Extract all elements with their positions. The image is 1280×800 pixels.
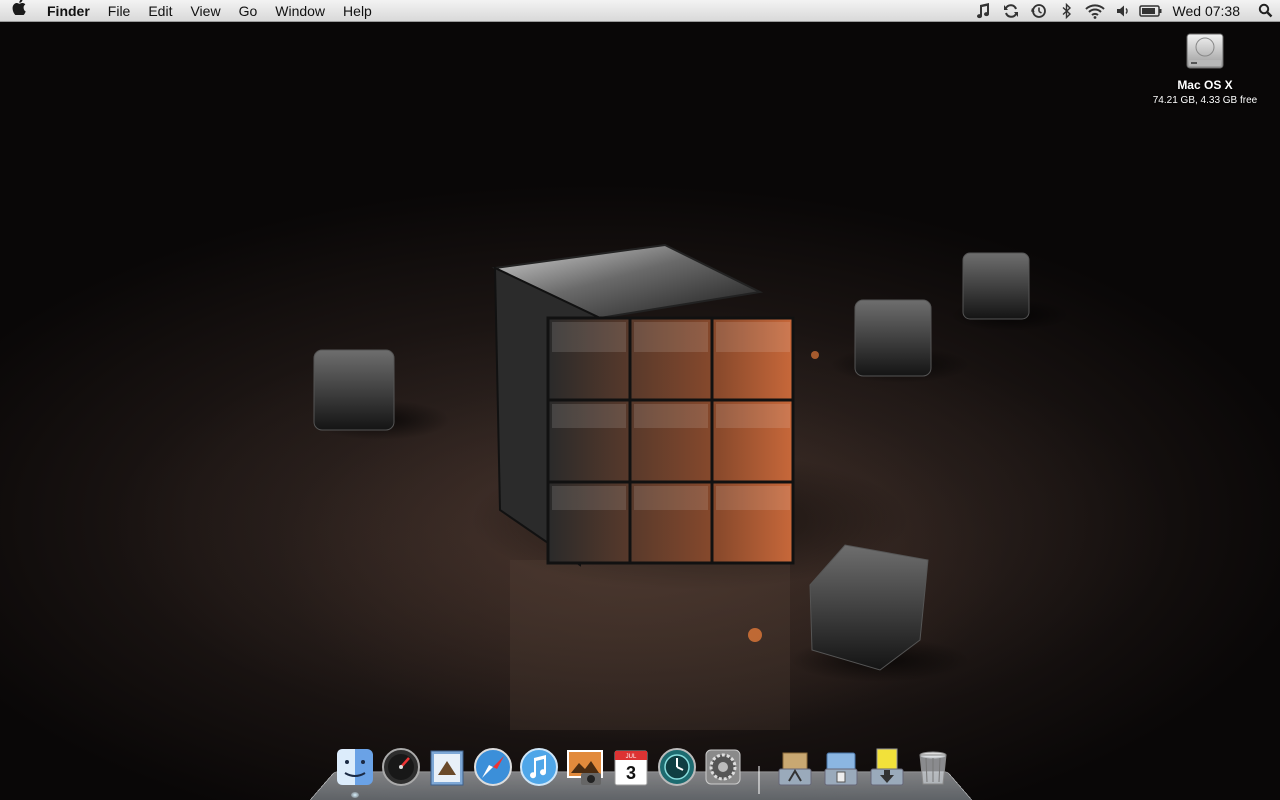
safari-icon [474,748,512,786]
dock-trash[interactable] [912,746,954,788]
menu-view[interactable]: View [181,0,229,22]
wifi-icon[interactable] [1081,0,1109,22]
dock-dashboard[interactable] [380,746,422,788]
system-preferences-icon [705,749,741,785]
dock-mail[interactable] [426,746,468,788]
app-menu-finder[interactable]: Finder [38,0,99,22]
sync-icon[interactable] [997,0,1025,22]
dock-ical[interactable]: JUL 3 [610,746,652,788]
dock-iphoto[interactable] [564,746,606,788]
finder-icon [337,749,373,785]
applications-stack-icon [778,752,812,786]
dock-itunes[interactable] [518,746,560,788]
bluetooth-icon[interactable] [1053,0,1081,22]
dock-finder[interactable] [334,746,376,788]
time-machine-icon [658,748,696,786]
finder-running-indicator [351,792,359,798]
menu-go[interactable]: Go [230,0,267,22]
dock-time-machine[interactable] [656,746,698,788]
dock: JUL 3 [332,740,956,794]
wallpaper-cube-scene [310,243,1070,730]
menu-file[interactable]: File [99,0,140,22]
itunes-note-icon[interactable] [969,0,997,22]
downloads-stack-icon [870,748,904,786]
desktop-wallpaper [0,0,1280,800]
ical-icon: JUL 3 [614,750,648,786]
dashboard-icon [382,748,420,786]
apple-logo-icon [12,0,26,16]
desktop-drive-mac-os-x[interactable]: Mac OS X 74.21 GB, 4.33 GB free [1140,30,1270,106]
mail-icon [430,750,464,786]
battery-icon[interactable] [1137,0,1165,22]
itunes-icon [520,748,558,786]
hard-drive-icon [1183,30,1227,74]
volume-icon[interactable] [1109,0,1137,22]
menu-help[interactable]: Help [334,0,381,22]
menu-edit[interactable]: Edit [139,0,181,22]
menu-bar: Finder File Edit View Go Window Help Wed… [0,0,1280,22]
dock-safari[interactable] [472,746,514,788]
dock-documents-stack[interactable] [820,746,862,788]
dock-applications-stack[interactable] [774,746,816,788]
iphoto-icon [567,750,603,785]
spotlight-search-icon[interactable] [1250,3,1280,18]
documents-stack-icon [824,752,858,786]
drive-name: Mac OS X [1177,78,1233,92]
drive-info: 74.21 GB, 4.33 GB free [1152,95,1258,106]
trash-icon [919,751,947,785]
time-machine-icon[interactable] [1025,0,1053,22]
dock-system-preferences[interactable] [702,746,744,788]
dock-separator [746,746,772,794]
dock-downloads-stack[interactable] [866,746,908,788]
menu-window[interactable]: Window [266,0,334,22]
menu-clock[interactable]: Wed 07:38 [1165,0,1250,22]
svg-text:JUL: JUL [626,754,637,760]
apple-menu-button[interactable] [0,0,38,22]
svg-text:3: 3 [626,763,636,783]
